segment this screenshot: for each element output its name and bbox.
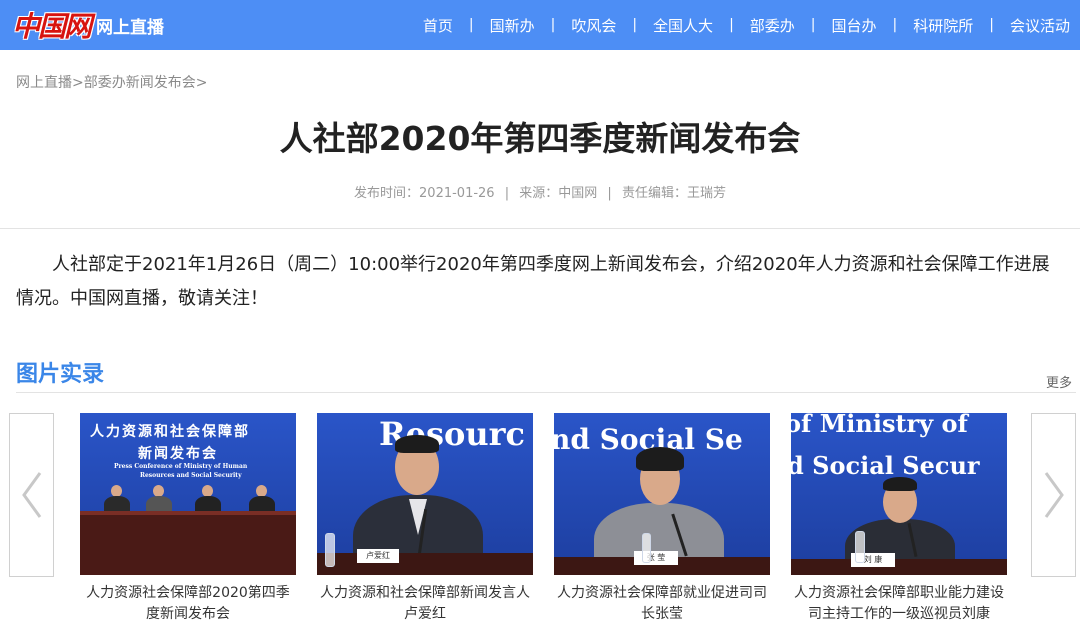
- water-bottle: [325, 533, 335, 567]
- nav-item-briefing[interactable]: 吹风会: [555, 15, 632, 36]
- photo-caption[interactable]: 人力资源和社会保障部新闻发言人 卢爱红: [317, 583, 533, 625]
- nav-item-events[interactable]: 会议活动: [994, 15, 1080, 36]
- nameplate: 卢爱红: [357, 549, 399, 563]
- chevron-right-icon: [1044, 472, 1064, 518]
- water-bottle: [855, 531, 865, 563]
- press-table: [317, 553, 533, 575]
- page-title: 人社部2020年第四季度新闻发布会: [279, 119, 801, 158]
- photo-card[interactable]: Resourc 卢爱红 人力资源和社会保障部新闻发言人 卢爱红: [317, 413, 533, 625]
- nav-item-home[interactable]: 首页: [407, 15, 469, 36]
- table-edge: [80, 511, 296, 515]
- nav-item-taiwan-affairs[interactable]: 国台办: [816, 15, 893, 36]
- chevron-left-icon: [21, 472, 41, 518]
- press-table: [791, 559, 1007, 575]
- photo-spokesperson[interactable]: Resourc 卢爱红: [317, 413, 533, 575]
- nav-item-ministries[interactable]: 部委办: [734, 15, 811, 36]
- more-link[interactable]: 更多: [1046, 372, 1072, 391]
- photo-press-conference-panel[interactable]: 人力资源和社会保障部 新闻发布会 Press Conference of Min…: [80, 413, 296, 575]
- site-logo[interactable]: 中国网 网上直播: [12, 6, 164, 44]
- photos-section-heading: 图片实录: [16, 362, 105, 387]
- meta-separator: |: [607, 186, 612, 201]
- publish-time: 发布时间：2021-01-26: [354, 186, 495, 201]
- carousel-prev-button[interactable]: [9, 413, 54, 577]
- china-net-logo-mark[interactable]: 中国网: [12, 5, 92, 45]
- photo-banner-text: of Ministry of: [791, 413, 968, 438]
- photo-banner-text: Resources and Social Security: [140, 472, 242, 479]
- nav-item-scio[interactable]: 国新办: [474, 15, 551, 36]
- photo-caption[interactable]: 人力资源社会保障部2020第四季度新闻发布会: [80, 583, 296, 625]
- divider: [0, 228, 1080, 229]
- breadcrumb: 网上直播>部委办新闻发布会>: [16, 72, 207, 92]
- photo-banner-text: 新闻发布会: [138, 446, 218, 462]
- section-divider: [16, 392, 1076, 393]
- photo-banner-text: d Social Secur: [791, 451, 980, 480]
- photo-liu-kang[interactable]: of Ministry of d Social Secur 刘 康: [791, 413, 1007, 575]
- meta-separator: |: [504, 186, 510, 201]
- source: 来源：中国网: [519, 186, 598, 201]
- water-bottle: [642, 533, 651, 563]
- live-broadcast-logo-text[interactable]: 网上直播: [96, 13, 164, 38]
- top-header-bar: 中国网 网上直播 首页 | 国新办 | 吹风会 | 全国人大 | 部委办 | 国…: [0, 0, 1080, 50]
- photo-card[interactable]: of Ministry of d Social Secur 刘 康 人力资源社会…: [791, 413, 1007, 625]
- breadcrumb-ministries[interactable]: 部委办新闻发布会>: [84, 75, 208, 91]
- article-meta: 发布时间：2021-01-26 | 来源：中国网 | 责任编辑：王瑞芳: [0, 182, 1080, 201]
- photo-zhang-ying[interactable]: nd Social Se 张 莹: [554, 413, 770, 575]
- carousel-next-button[interactable]: [1031, 413, 1076, 577]
- photo-banner-text: 人力资源和社会保障部: [90, 424, 250, 440]
- photo-caption[interactable]: 人力资源社会保障部就业促进司司长张莹: [554, 583, 770, 625]
- photo-card[interactable]: 人力资源和社会保障部 新闻发布会 Press Conference of Min…: [80, 413, 296, 625]
- photo-banner-text: Press Conference of Ministry of Human: [114, 463, 248, 470]
- main-nav: 首页 | 国新办 | 吹风会 | 全国人大 | 部委办 | 国台办 | 科研院所…: [407, 0, 1080, 50]
- nav-item-research[interactable]: 科研院所: [897, 15, 989, 36]
- nav-item-npc[interactable]: 全国人大: [637, 15, 729, 36]
- person-hair: [883, 477, 917, 491]
- intro-paragraph: 人社部定于2021年1月26日（周二）10:00举行2020年第四季度网上新闻发…: [16, 254, 1050, 309]
- person-hair: [636, 447, 684, 471]
- editor: 责任编辑：王瑞芳: [621, 186, 726, 201]
- breadcrumb-live[interactable]: 网上直播>: [16, 75, 84, 91]
- nameplate: 张 莹: [634, 551, 678, 565]
- press-table: [80, 511, 296, 575]
- photo-card[interactable]: nd Social Se 张 莹 人力资源社会保障部就业促进司司长张莹: [554, 413, 770, 625]
- person-hair: [395, 435, 439, 453]
- photo-caption[interactable]: 人力资源社会保障部职业能力建设司主持工作的一级巡视员刘康: [791, 583, 1007, 625]
